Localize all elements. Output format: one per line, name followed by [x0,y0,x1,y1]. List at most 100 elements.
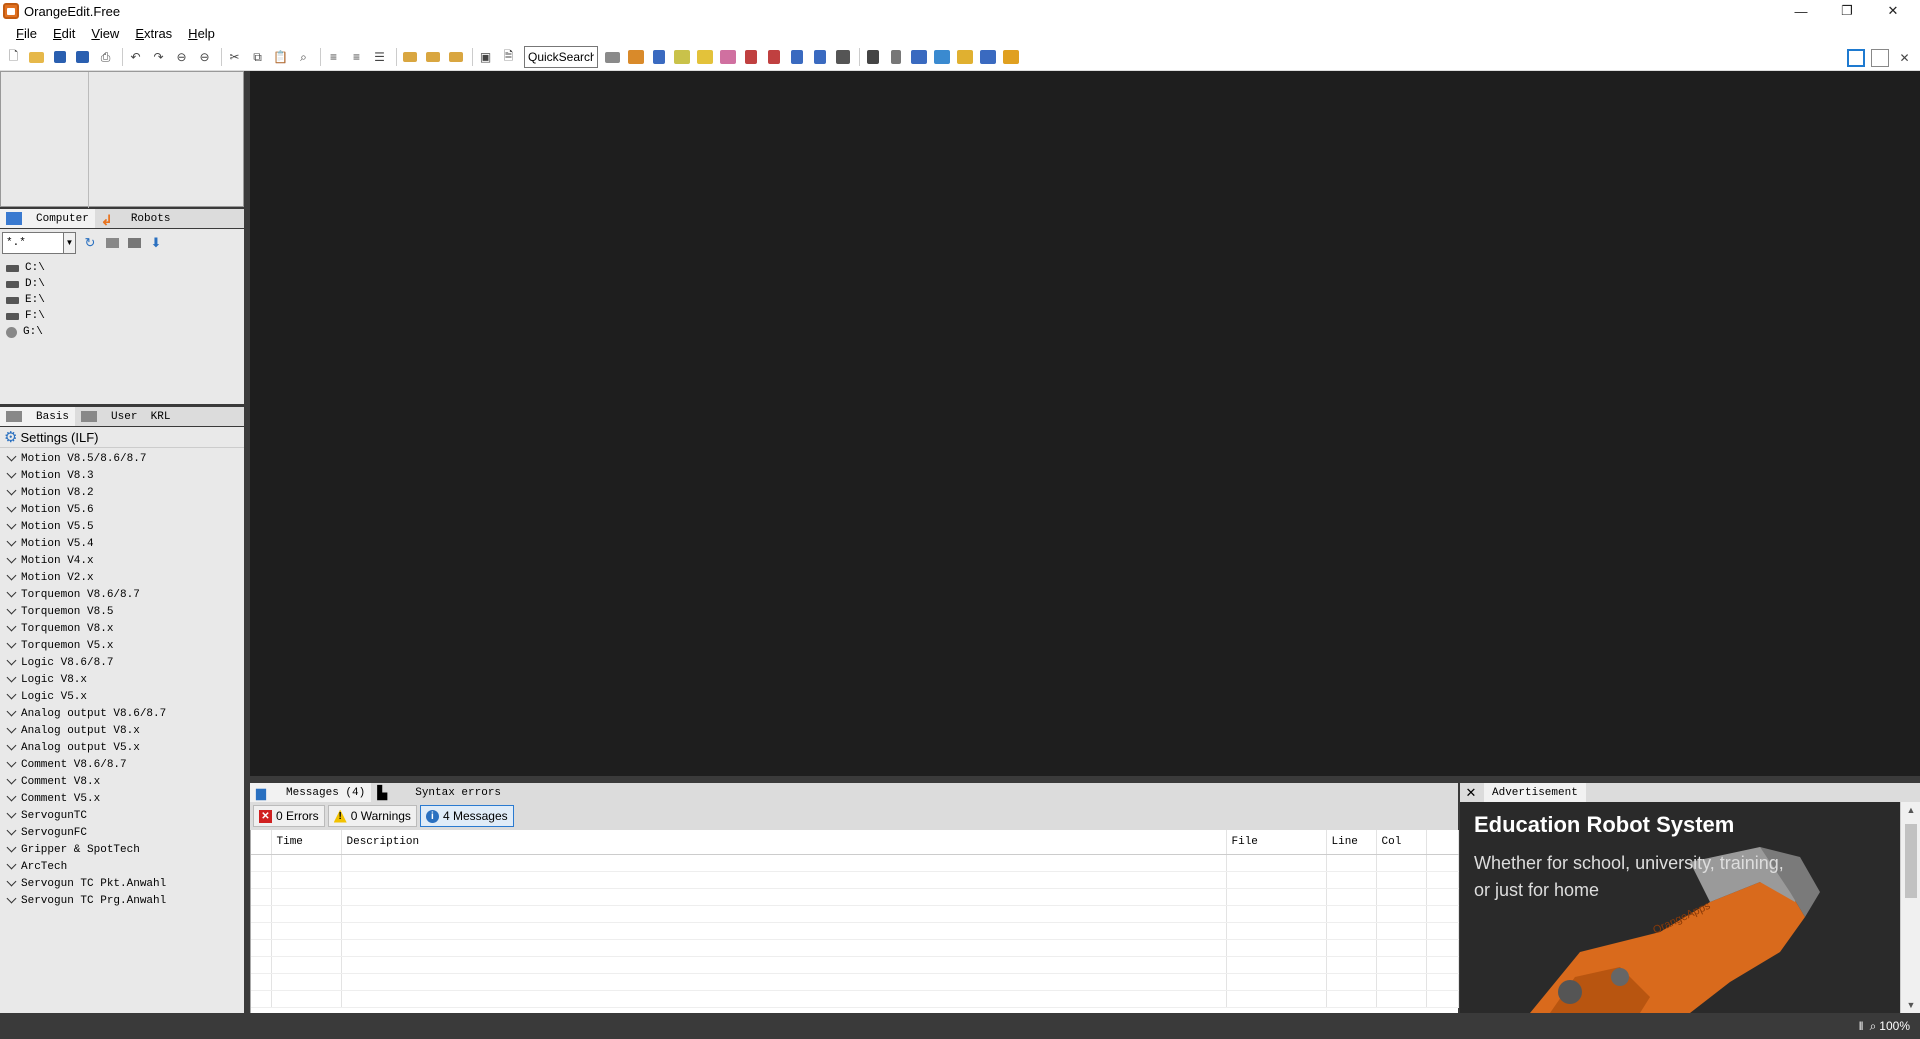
doc-icon[interactable]: 🗎 [499,48,518,67]
drive-item[interactable]: F:\ [0,308,244,324]
page-icon[interactable]: ▣ [476,48,495,67]
settings-group[interactable]: Comment V8.x [0,773,244,790]
print-icon[interactable]: ⎙ [96,48,115,67]
tool-j-icon[interactable] [863,48,882,67]
drive-item[interactable]: G:\ [0,324,244,340]
find-icon[interactable]: ⌕ [294,48,313,67]
settings-group[interactable]: Logic V5.x [0,688,244,705]
settings-group[interactable]: Torquemon V8.6/8.7 [0,586,244,603]
tool-d-icon[interactable] [718,48,737,67]
settings-group[interactable]: Motion V5.5 [0,518,244,535]
table-row[interactable] [251,956,1459,974]
menu-view[interactable]: View [83,26,127,41]
folder2-icon[interactable] [423,48,442,67]
table-row[interactable] [251,854,1459,872]
settings-group[interactable]: Comment V5.x [0,790,244,807]
column-header-col[interactable]: Col [1376,830,1427,855]
settings-group[interactable]: ServogunFC [0,824,244,841]
close-document-icon[interactable]: ✕ [1895,48,1914,67]
column-header-file[interactable]: File [1226,830,1327,855]
tool-c-icon[interactable] [695,48,714,67]
copy-icon[interactable]: ⧉ [248,48,267,67]
tab-basis[interactable]: Basis [0,407,76,426]
tool-l-icon[interactable] [909,48,928,67]
settings-group[interactable]: Logic V8.6/8.7 [0,654,244,671]
tool-n-icon[interactable] [955,48,974,67]
split-layout-button[interactable] [1871,48,1889,67]
folder3-icon[interactable] [446,48,465,67]
settings-group[interactable]: Motion V2.x [0,569,244,586]
cut-icon[interactable]: ✂ [225,48,244,67]
settings-group[interactable]: Gripper & SpotTech [0,841,244,858]
undo-icon[interactable]: ↶ [126,48,145,67]
menu-file[interactable]: File [8,26,45,41]
save-all-icon[interactable] [73,48,92,67]
settings-group[interactable]: Servogun TC Prg.Anwahl [0,892,244,909]
scrollbar-thumb[interactable] [1905,824,1917,898]
advertisement-banner[interactable]: OrangeApps Education Robot System Whethe… [1460,802,1900,1013]
tab-syntax-errors[interactable]: ▙ Syntax errors [371,783,507,802]
back-icon[interactable]: ⊖ [172,48,191,67]
format-icon[interactable]: ☰ [370,48,389,67]
tool-m-icon[interactable] [932,48,951,67]
new-folder-icon[interactable] [126,235,142,251]
menu-edit[interactable]: Edit [45,26,83,41]
outdent-icon[interactable]: ≡ [347,48,366,67]
forward-icon[interactable]: ⊖ [195,48,214,67]
settings-group[interactable]: Servogun TC Pkt.Anwahl [0,875,244,892]
minimize-button[interactable]: — [1778,0,1824,22]
tab-user-krl[interactable]: User KRL [75,407,176,426]
filter-dropdown-icon[interactable]: ▼ [64,231,76,254]
ilf-icon[interactable] [603,48,622,67]
drive-item[interactable]: D:\ [0,276,244,292]
column-header-line[interactable]: Line [1326,830,1377,855]
tool-p-icon[interactable] [1001,48,1020,67]
drive-item[interactable]: C:\ [0,260,244,276]
settings-group[interactable]: Analog output V5.x [0,739,244,756]
table-row[interactable] [251,888,1459,906]
settings-group[interactable]: Motion V8.3 [0,467,244,484]
tool-i-icon[interactable] [833,48,852,67]
table-row[interactable] [251,871,1459,889]
settings-group[interactable]: Motion V8.2 [0,484,244,501]
close-button[interactable]: ✕ [1870,0,1916,22]
refresh-icon[interactable]: ↻ [82,235,98,251]
settings-group[interactable]: Torquemon V8.5 [0,603,244,620]
table-row[interactable] [251,990,1459,1008]
settings-group[interactable]: Motion V4.x [0,552,244,569]
settings-group[interactable]: Motion V5.4 [0,535,244,552]
tool-g-icon[interactable] [787,48,806,67]
tool-h-icon[interactable] [810,48,829,67]
warnings-filter-button[interactable]: ! 0 Warnings [327,805,417,827]
table-row[interactable] [251,939,1459,957]
open-icon[interactable] [27,48,46,67]
file-filter-input[interactable] [2,231,64,254]
folder-icon[interactable] [400,48,419,67]
new-icon[interactable]: 🗋 [4,48,23,67]
tool-a-icon[interactable] [649,48,668,67]
table-row[interactable] [251,973,1459,991]
scroll-down-icon[interactable]: ▼ [1901,997,1920,1013]
close-icon[interactable]: ✕ [1464,785,1478,800]
tool-k-icon[interactable] [886,48,905,67]
redo-icon[interactable]: ↷ [149,48,168,67]
tool-f-icon[interactable] [764,48,783,67]
column-header-description[interactable]: Description [341,830,1227,855]
tab-messages[interactable]: ▆ Messages (4) [250,783,372,802]
settings-group[interactable]: Motion V8.5/8.6/8.7 [0,450,244,467]
tool-b-icon[interactable] [672,48,691,67]
menu-extras[interactable]: Extras [127,26,180,41]
settings-group[interactable]: Torquemon V8.x [0,620,244,637]
column-header-time[interactable]: Time [271,830,342,855]
editor-area[interactable] [250,71,1920,776]
download-icon[interactable]: ⬇ [148,235,164,251]
settings-group[interactable]: ArcTech [0,858,244,875]
single-layout-button[interactable] [1847,48,1865,67]
settings-group[interactable]: Logic V8.x [0,671,244,688]
settings-group[interactable]: Analog output V8.6/8.7 [0,705,244,722]
messages-filter-button[interactable]: i 4 Messages [419,805,514,827]
errors-filter-button[interactable]: ✕ 0 Errors [253,805,325,827]
zoom-level[interactable]: 100% [1879,1019,1910,1033]
save-icon[interactable] [50,48,69,67]
settings-group[interactable]: Comment V8.6/8.7 [0,756,244,773]
